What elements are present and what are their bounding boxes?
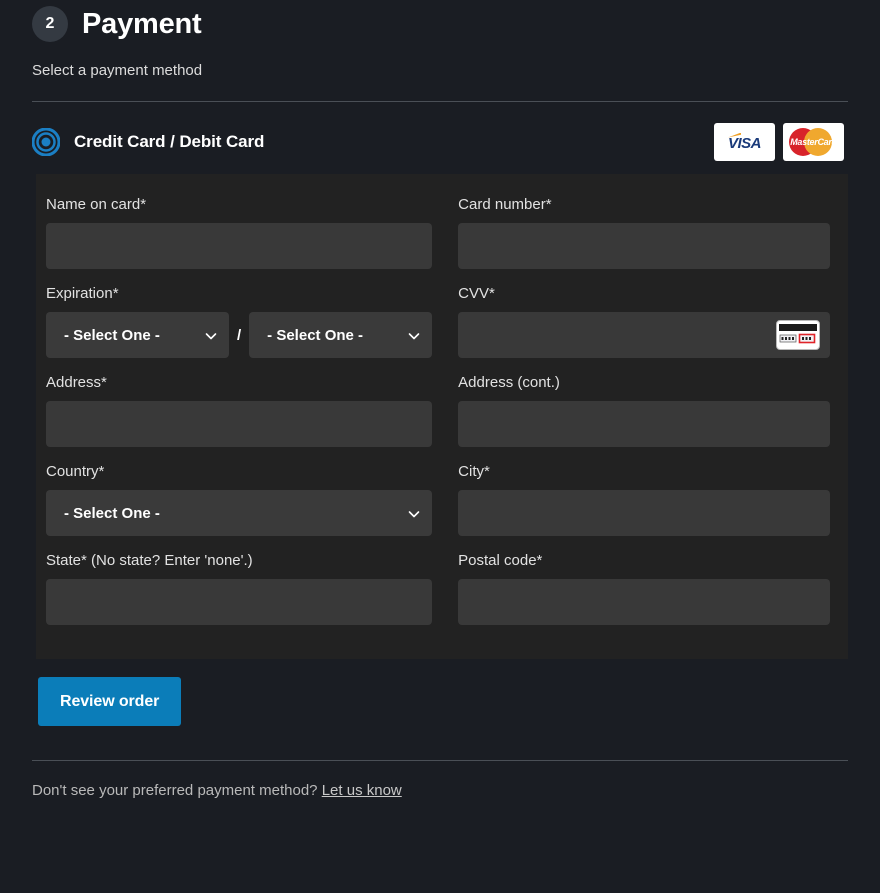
payment-page: 2 Payment Select a payment method Credit…: [0, 0, 880, 893]
mastercard-logo-text: MasterCard: [790, 137, 837, 147]
country-select[interactable]: - Select One -: [46, 490, 433, 536]
step-number-badge: 2: [32, 6, 68, 42]
mastercard-logo: MasterCard: [783, 123, 844, 161]
city-input[interactable]: [458, 490, 830, 536]
credit-card-form-panel: Name on card* Card number* Expiration* -…: [36, 174, 848, 659]
form-grid: Name on card* Card number* Expiration* -…: [46, 196, 830, 641]
field-postal-code: Postal code*: [458, 552, 830, 641]
field-address: Address*: [46, 374, 433, 463]
state-input[interactable]: [46, 579, 433, 625]
city-label: City*: [458, 463, 490, 480]
page-subtitle: Select a payment method: [32, 62, 203, 79]
field-cvv: CVV*: [458, 285, 830, 374]
expiration-year-select[interactable]: - Select One -: [249, 312, 433, 358]
name-on-card-input[interactable]: [46, 223, 433, 269]
header-divider: [32, 101, 848, 102]
payment-method-row[interactable]: Credit Card / Debit Card VISA MasterCard: [0, 110, 880, 174]
field-name-on-card: Name on card*: [46, 196, 433, 285]
cvv-input[interactable]: [458, 312, 830, 358]
visa-logo: VISA: [714, 123, 775, 161]
visa-logo-text: VISA: [727, 134, 762, 152]
state-label: State* (No state? Enter 'none'.): [46, 552, 253, 569]
expiration-year-value: - Select One -: [267, 326, 364, 344]
chevron-down-icon: [408, 329, 420, 341]
address-cont-input[interactable]: [458, 401, 830, 447]
chevron-down-icon: [408, 507, 420, 519]
country-select-value: - Select One -: [64, 504, 160, 522]
let-us-know-link[interactable]: Let us know: [322, 782, 402, 799]
postal-code-input[interactable]: [458, 579, 830, 625]
field-city: City*: [458, 463, 830, 552]
address-label: Address*: [46, 374, 107, 391]
card-number-label: Card number*: [458, 196, 552, 213]
address-cont-label: Address (cont.): [458, 374, 560, 391]
footer-note-text: Don't see your preferred payment method?: [32, 782, 318, 799]
expiration-label: Expiration*: [46, 285, 119, 302]
postal-code-label: Postal code*: [458, 552, 543, 569]
payment-method-label: Credit Card / Debit Card: [74, 132, 265, 151]
country-label: Country*: [46, 463, 105, 480]
chevron-down-icon: [205, 329, 217, 341]
cvv-input-wrapper: [458, 312, 830, 358]
expiration-separator: /: [237, 326, 242, 344]
expiration-row: - Select One - / - Select One -: [46, 312, 433, 358]
card-number-input[interactable]: [458, 223, 830, 269]
address-input[interactable]: [46, 401, 433, 447]
page-title: Payment: [82, 7, 202, 40]
expiration-month-value: - Select One -: [64, 326, 160, 344]
field-state: State* (No state? Enter 'none'.): [46, 552, 433, 641]
cvv-label: CVV*: [458, 285, 495, 302]
submit-area: Review order: [0, 659, 880, 726]
expiration-month-select[interactable]: - Select One -: [46, 312, 229, 358]
step-header: 2 Payment: [0, 0, 880, 44]
field-expiration: Expiration* - Select One - / - Select On…: [46, 285, 433, 374]
field-country: Country* - Select One -: [46, 463, 433, 552]
accepted-card-logos: VISA MasterCard: [714, 123, 844, 161]
radio-selected-icon[interactable]: [31, 127, 61, 157]
field-address-cont: Address (cont.): [458, 374, 830, 463]
field-card-number: Card number*: [458, 196, 830, 285]
name-on-card-label: Name on card*: [46, 196, 147, 213]
footer-note: Don't see your preferred payment method?…: [0, 761, 880, 799]
review-order-button[interactable]: Review order: [38, 677, 182, 726]
